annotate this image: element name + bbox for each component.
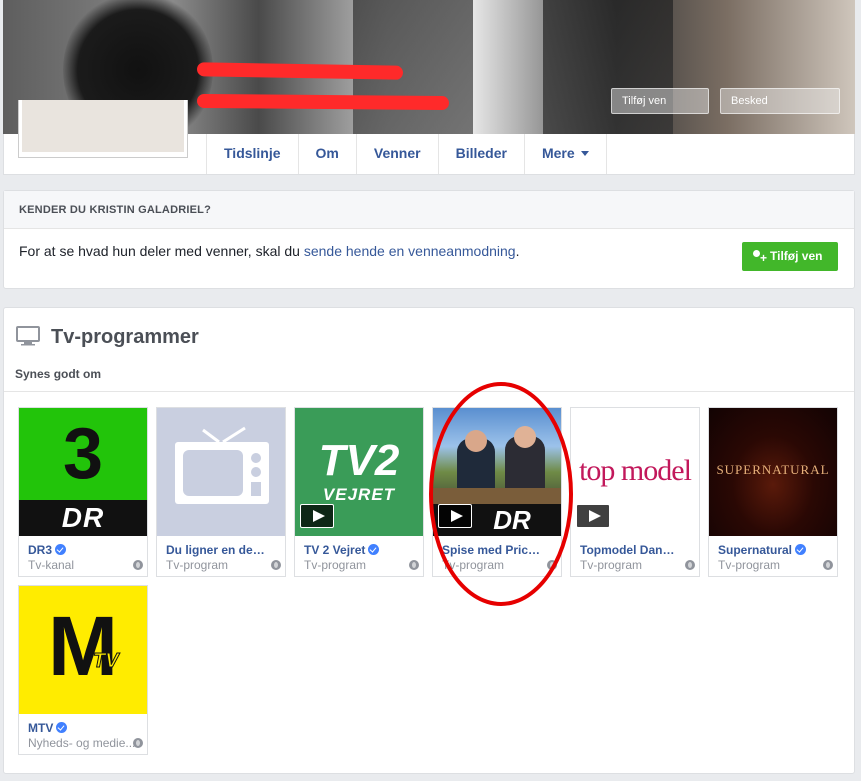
table <box>433 488 561 504</box>
redaction-mark <box>196 93 450 111</box>
tv2-thumbnail: TV2 VEJRET <box>295 408 423 536</box>
friend-card-text-before: For at se hvad hun deler med venner, ska… <box>19 243 304 259</box>
spise-med-price-thumbnail: DR <box>433 408 561 536</box>
play-icon <box>576 504 610 528</box>
tv2-sub: VEJRET <box>322 485 396 504</box>
section-title: Tv-programmer <box>51 326 199 348</box>
page-name: DR3 <box>28 543 128 557</box>
verified-icon <box>55 544 67 555</box>
profile-tabs: Tidslinje Om Venner Billeder Mere <box>206 134 607 174</box>
topmodel-logo: top model <box>579 454 692 487</box>
globe-icon <box>133 560 143 570</box>
page-category: Tv-program <box>166 558 229 572</box>
page-category: Tv-program <box>304 558 367 572</box>
page-category: Tv-program <box>442 558 505 572</box>
profile-picture[interactable] <box>18 100 188 158</box>
tv2-logo: TV2 <box>318 436 400 485</box>
television-icon <box>175 426 269 504</box>
page-category: Nyheds- og medie... <box>28 736 136 750</box>
page-category: Tv-program <box>718 558 781 572</box>
page-name: Topmodel Danm... <box>580 543 680 557</box>
tab-photos[interactable]: Billeder <box>437 134 524 174</box>
page-name-text: TV 2 Vejret <box>304 543 366 557</box>
tab-about[interactable]: Om <box>297 134 356 174</box>
supernatural-logo: SUPERNATURAL <box>716 462 830 477</box>
verified-icon <box>56 722 68 733</box>
mtv-logo-tv: TV <box>93 650 120 673</box>
page-card-du-ligner[interactable]: Du ligner en der t... Tv-program <box>156 407 286 577</box>
friend-card-text-after: . <box>515 243 520 259</box>
cover-add-friend-button[interactable]: Tilføj ven <box>611 88 709 114</box>
page-card-dr3[interactable]: 3 DR DR3 Tv-kanal <box>18 407 148 577</box>
default-tv-thumbnail <box>157 408 285 536</box>
globe-icon <box>133 738 143 748</box>
globe-icon <box>823 560 833 570</box>
verified-icon <box>368 544 380 555</box>
dr-logo: DR <box>61 502 105 533</box>
tab-friends[interactable]: Venner <box>355 134 438 174</box>
dr3-number: 3 <box>62 414 104 494</box>
tab-timeline[interactable]: Tidslinje <box>206 134 298 174</box>
page-name: Du ligner en der t... <box>166 543 266 557</box>
add-friend-button[interactable]: Tilføj ven <box>742 242 838 272</box>
profile-picture-image <box>22 100 184 152</box>
divider <box>4 391 854 392</box>
page-name-text: DR3 <box>28 543 53 557</box>
page-name-text: Supernatural <box>718 543 793 557</box>
dr-logo: DR <box>493 505 531 535</box>
redaction-mark <box>196 62 404 80</box>
topmodel-thumbnail: top model <box>571 408 699 536</box>
cover-message-button[interactable]: Besked <box>720 88 840 114</box>
friend-card-text: For at se hvad hun deler med venner, ska… <box>19 243 519 259</box>
globe-icon <box>685 560 695 570</box>
page-name: MTV <box>28 721 128 735</box>
globe-icon <box>547 560 557 570</box>
verified-icon <box>795 544 807 555</box>
globe-icon <box>409 560 419 570</box>
person-head <box>465 430 487 452</box>
dr3-thumbnail: 3 DR <box>19 408 147 536</box>
friend-request-card: KENDER DU KRISTIN GALADRIEL? For at se h… <box>3 190 855 289</box>
page-card-mtv[interactable]: M TV MTV Nyheds- og medie... <box>18 585 148 755</box>
add-friend-label: Tilføj ven <box>770 249 823 263</box>
tab-label: Mere <box>541 145 575 161</box>
tv-icon <box>16 326 40 346</box>
page-name: Supernatural <box>718 543 818 557</box>
play-icon <box>438 504 472 528</box>
page-card-supernatural[interactable]: SUPERNATURAL Supernatural Tv-program <box>708 407 838 577</box>
tv-programs-section: Tv-programmer Synes godt om 3 DR DR3 Tv-… <box>3 307 855 774</box>
person-head <box>514 426 536 448</box>
page-name: Spise med Price ... <box>442 543 542 557</box>
tab-label: Venner <box>373 145 421 161</box>
tab-label: Tidslinje <box>224 145 281 161</box>
page-name-text: MTV <box>28 721 54 735</box>
page-card-spise-med-price[interactable]: DR Spise med Price ... Tv-program <box>432 407 562 577</box>
play-icon <box>300 504 334 528</box>
mtv-thumbnail: M TV <box>19 586 147 714</box>
page-name: TV 2 Vejret <box>304 543 404 557</box>
tab-more[interactable]: Mere <box>523 134 607 174</box>
supernatural-thumbnail: SUPERNATURAL <box>709 408 837 536</box>
globe-icon <box>271 560 281 570</box>
add-friend-icon <box>753 245 767 272</box>
friend-card-heading: KENDER DU KRISTIN GALADRIEL? <box>4 191 854 229</box>
page-category: Tv-kanal <box>28 558 75 572</box>
page-card-tv2-vejret[interactable]: TV2 VEJRET TV 2 Vejret Tv-program <box>294 407 424 577</box>
section-subtitle: Synes godt om <box>15 367 102 381</box>
page-card-topmodel[interactable]: top model Topmodel Danm... Tv-program <box>570 407 700 577</box>
caret-down-icon <box>580 151 589 156</box>
send-friend-request-link[interactable]: sende hende en venneanmodning <box>304 243 516 259</box>
page-category: Tv-program <box>580 558 643 572</box>
tab-label: Om <box>315 145 339 161</box>
mtv-logo-m: M <box>48 599 118 693</box>
tab-label: Billeder <box>455 145 507 161</box>
